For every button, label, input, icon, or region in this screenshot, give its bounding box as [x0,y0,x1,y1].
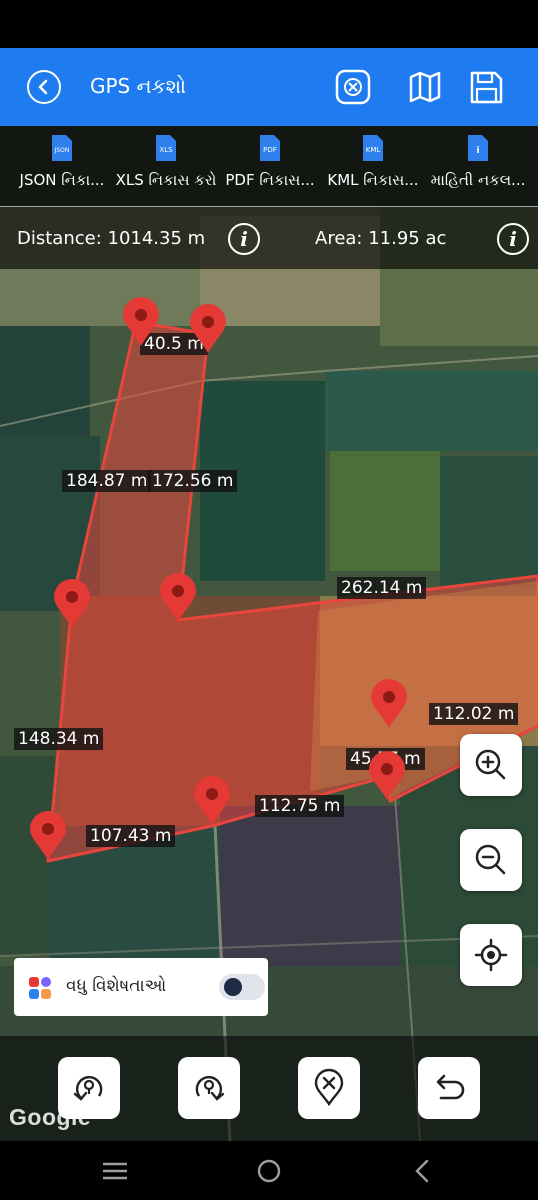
map-pin-icon[interactable] [52,578,92,630]
map-layers-button[interactable] [406,68,444,106]
my-location-button[interactable] [460,924,522,986]
status-bar [0,0,538,48]
svg-text:PDF: PDF [263,146,277,154]
area-info-icon[interactable]: i [497,223,529,255]
info-file-icon: i [468,135,488,161]
export-kml-button[interactable]: KML KML નિકાસ... [319,134,427,204]
toggle-knob [224,978,242,996]
export-pdf-label: PDF નિકાસ... [225,171,315,189]
measurement-bar: Distance: 1014.35 m i Area: 11.95 ac i [0,207,538,269]
zoom-in-icon [475,749,506,780]
export-toolbar: JSON JSON નિકા... XLS XLS નિકાસ કરો PDF … [0,126,538,206]
page-title: GPS નકશો [90,74,187,98]
distance-readout: Distance: 1014.35 m [17,228,206,249]
apps-icon [29,977,51,999]
back-button[interactable] [27,70,61,104]
chevron-left-icon [38,79,48,95]
app-bar: GPS નકશો [0,48,538,126]
segment-length-label: 112.75 m [255,795,345,817]
zoom-in-button[interactable] [460,734,522,796]
segment-length-label: 184.87 m [62,470,152,492]
crosshair-icon [474,938,508,972]
zoom-out-button[interactable] [460,829,522,891]
map-pin-icon[interactable] [188,303,228,355]
undo-icon [436,1074,465,1100]
svg-text:KML: KML [366,146,381,154]
export-pdf-button[interactable]: PDF PDF નિકાસ... [216,134,324,204]
zoom-out-icon [475,844,506,875]
svg-text:i: i [476,146,479,156]
more-features-toggle[interactable] [219,974,265,1000]
export-xls-label: XLS નિકાસ કરો [115,171,217,189]
more-features-label: વધુ વિશેષતાઓ [66,976,167,996]
rotate-right-icon [195,1076,225,1101]
area-readout: Area: 11.95 ac [315,228,447,249]
export-xls-button[interactable]: XLS XLS નિકાસ કરો [112,134,220,204]
system-nav-bar [0,1141,538,1200]
recent-apps-icon[interactable] [102,1159,128,1183]
remove-pin-icon [314,1068,344,1107]
remove-point-button[interactable] [298,1057,360,1119]
rotate-right-button[interactable] [178,1057,240,1119]
export-json-label: JSON નિકા... [19,171,105,189]
map-pin-icon[interactable] [28,810,68,862]
json-file-icon: JSON [52,135,72,161]
segment-length-label: 172.56 m [148,470,238,492]
svg-text:XLS: XLS [159,146,173,154]
export-kml-label: KML નિકાસ... [327,171,419,189]
map-pin-icon[interactable] [369,678,409,730]
map-pin-icon[interactable] [192,775,232,827]
back-nav-icon[interactable] [412,1159,432,1183]
segment-length-label: 148.34 m [14,728,104,750]
map-pin-icon[interactable] [158,572,198,624]
xls-file-icon: XLS [156,135,176,161]
segment-length-label: 107.43 m [86,825,176,847]
home-icon[interactable] [257,1159,281,1183]
pdf-file-icon: PDF [260,135,280,161]
copy-info-button[interactable]: i માહિતી નકલ... [424,134,532,204]
map-pin-icon[interactable] [121,296,161,348]
more-features-card[interactable]: વધુ વિશેષતાઓ [14,958,268,1016]
map-attribution: Google [9,1104,92,1130]
svg-text:JSON: JSON [54,147,70,154]
close-button[interactable] [334,68,372,106]
map-pin-icon[interactable] [367,750,407,802]
export-json-button[interactable]: JSON JSON નિકા... [8,134,116,204]
kml-file-icon: KML [363,135,383,161]
rotate-left-icon [73,1076,103,1101]
segment-length-label: 262.14 m [337,577,427,599]
copy-info-label: માહિતી નકલ... [430,171,526,189]
distance-info-icon[interactable]: i [228,223,260,255]
undo-button[interactable] [418,1057,480,1119]
segment-length-label: 112.02 m [429,703,519,725]
save-button[interactable] [467,68,505,106]
